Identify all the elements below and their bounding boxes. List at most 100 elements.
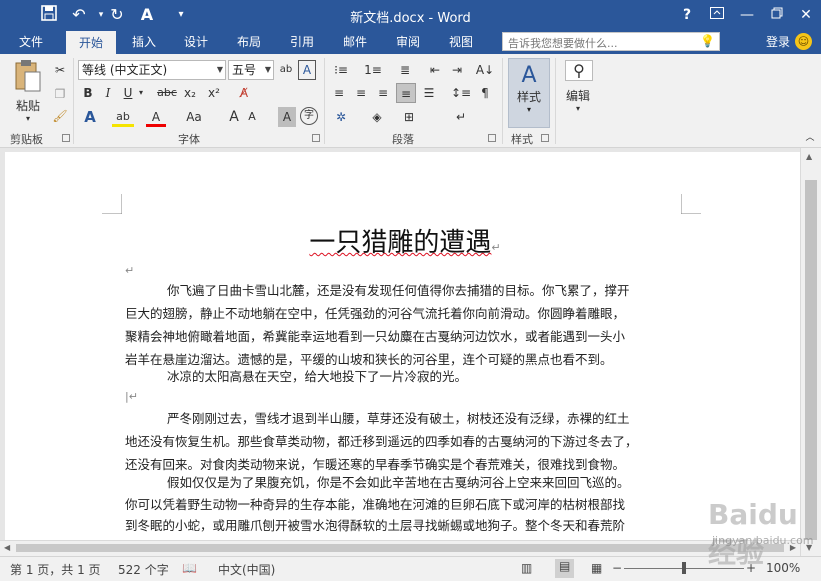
title-bar: ↶ ▾ ↻ A ▾ 新文档.docx - Word ? — ✕: [0, 0, 821, 30]
align-left-icon[interactable]: ≡: [330, 83, 348, 103]
tab-file[interactable]: 文件: [6, 30, 56, 54]
collapse-ribbon-icon[interactable]: ︿: [803, 128, 817, 148]
numbering-icon[interactable]: 1≡: [362, 60, 384, 80]
bullets-icon[interactable]: ⁝≡: [330, 60, 352, 80]
paragraph-launcher-icon[interactable]: [488, 134, 496, 142]
styles-button-label: 样式: [516, 90, 541, 104]
cut-icon[interactable]: ✂: [50, 60, 70, 80]
scroll-thumb[interactable]: [805, 180, 817, 540]
decrease-indent-icon[interactable]: ⇤: [426, 60, 444, 80]
char-shading-icon[interactable]: A: [278, 107, 296, 127]
font-launcher-icon[interactable]: [312, 134, 320, 142]
font-name-combo[interactable]: 等线 (中文正文) ▼: [78, 60, 226, 80]
tab-review[interactable]: 审阅: [383, 30, 433, 54]
paste-button[interactable]: 粘贴 ▾: [8, 58, 48, 124]
asian-typography-icon[interactable]: ¶: [474, 83, 496, 103]
phonetic-guide-icon[interactable]: ab: [276, 60, 296, 80]
tab-insert[interactable]: 插入: [119, 30, 169, 54]
ribbon-home: 粘贴 ▾ ✂ ❐ 🖌 剪贴板 等线 (中文正文) ▼ 五号 ▼ ab A B I…: [0, 54, 821, 148]
chevron-down-icon: ▼: [264, 65, 271, 74]
clear-formatting-icon[interactable]: A̸: [234, 83, 254, 103]
document-heading: 一只猎雕的遭遇↵: [309, 228, 501, 258]
italic-button[interactable]: I: [100, 83, 116, 103]
bold-button[interactable]: B: [80, 83, 96, 103]
styles-launcher-icon[interactable]: [541, 134, 549, 142]
strikethrough-button[interactable]: abc: [156, 83, 178, 103]
styles-button[interactable]: A 样式 ▾: [508, 58, 550, 128]
crop-mark-top-left: [102, 194, 122, 214]
font-group-label: 字体: [178, 133, 200, 146]
multilevel-list-icon[interactable]: ≣: [394, 60, 416, 80]
paste-label: 粘贴: [15, 99, 40, 113]
format-painter-icon[interactable]: 🖌: [50, 106, 70, 126]
print-layout-icon[interactable]: ▤: [555, 559, 575, 578]
underline-button[interactable]: U: [120, 83, 136, 103]
feedback-smiley-icon[interactable]: ☺: [795, 33, 812, 50]
ribbon-tabs: 文件 开始 插入 设计 布局 引用 邮件 审阅 视图 告诉我您想要做什么... …: [0, 30, 821, 54]
grow-font-button[interactable]: A: [226, 107, 242, 127]
proofing-icon[interactable]: 📖: [182, 561, 197, 575]
chinese-layout-icon[interactable]: ✲: [330, 107, 352, 127]
tab-layout[interactable]: 布局: [224, 30, 274, 54]
watermark-url: jingyan.baidu.com: [712, 534, 814, 547]
zoom-out-icon[interactable]: −: [612, 561, 622, 575]
binoculars-icon: ⚲: [565, 60, 593, 81]
paragraph-line: 严冬刚刚过去，雪线才退到半山腰，草芽还没有破土，树枝还没有泛绿，赤裸的红土: [167, 411, 630, 426]
tab-design[interactable]: 设计: [171, 30, 221, 54]
help-button[interactable]: ?: [673, 5, 701, 25]
clipboard-launcher-icon[interactable]: [62, 134, 70, 142]
tab-view[interactable]: 视图: [436, 30, 486, 54]
justify-icon[interactable]: ≡: [396, 83, 416, 103]
char-border-icon[interactable]: A: [298, 60, 316, 80]
scroll-left-icon[interactable]: ◀: [4, 543, 10, 552]
read-mode-icon[interactable]: ▥: [521, 561, 532, 575]
tell-me-search[interactable]: 告诉我您想要做什么... 💡: [502, 32, 720, 51]
close-button[interactable]: ✕: [792, 5, 820, 25]
maximize-icon[interactable]: [763, 5, 791, 25]
vertical-scrollbar[interactable]: ▲ ▼: [800, 148, 821, 556]
line-spacing-icon[interactable]: ↕≡: [450, 83, 472, 103]
tab-home[interactable]: 开始: [66, 31, 116, 54]
shading-icon[interactable]: ◈: [366, 107, 388, 127]
font-size-combo[interactable]: 五号 ▼: [228, 60, 274, 80]
text-effects-icon[interactable]: A: [80, 107, 100, 127]
ribbon-display-options-icon[interactable]: [703, 5, 731, 25]
language-indicator[interactable]: 中文(中国): [218, 561, 275, 578]
paragraph-line: 你飞遍了日曲卡雪山北麓，还是没有发现任何值得你去捕猎的目标。你飞累了，撑开: [167, 283, 630, 298]
distributed-icon[interactable]: ☰: [420, 83, 438, 103]
change-case-button[interactable]: Aa: [184, 107, 204, 127]
font-color-icon[interactable]: A: [146, 107, 166, 127]
align-center-icon[interactable]: ≡: [352, 83, 370, 103]
document-page[interactable]: 一只猎雕的遭遇↵ ↵ 你飞遍了日曲卡雪山北麓，还是没有发现任何值得你去捕猎的目标…: [5, 152, 800, 556]
tab-references[interactable]: 引用: [277, 30, 327, 54]
editing-button[interactable]: ⚲ 编辑 ▾: [561, 58, 595, 124]
group-separator: [502, 58, 503, 144]
login-link[interactable]: 登录: [766, 33, 790, 50]
web-layout-icon[interactable]: ▦: [591, 561, 602, 575]
zoom-slider-thumb[interactable]: [682, 562, 686, 574]
enclose-char-icon[interactable]: 字: [300, 107, 318, 125]
font-name-value: 等线 (中文正文): [82, 63, 168, 77]
subscript-button[interactable]: x₂: [180, 83, 200, 103]
scroll-thumb[interactable]: [16, 544, 784, 552]
page-count[interactable]: 第 1 页，共 1 页: [10, 561, 101, 578]
group-separator: [324, 58, 325, 144]
scroll-up-icon[interactable]: ▲: [806, 152, 812, 161]
group-separator: [555, 58, 556, 144]
align-right-icon[interactable]: ≡: [374, 83, 392, 103]
paragraph-line: 冰凉的太阳高悬在天空，给大地投下了一片冷寂的光。: [167, 369, 468, 384]
underline-dropdown-icon[interactable]: ▾: [136, 83, 146, 103]
word-count[interactable]: 522 个字: [118, 561, 169, 578]
horizontal-scrollbar[interactable]: ◀ ▶: [0, 540, 800, 556]
borders-icon[interactable]: ⊞: [398, 107, 420, 127]
superscript-button[interactable]: x²: [204, 83, 224, 103]
tab-mailings[interactable]: 邮件: [330, 30, 380, 54]
minimize-button[interactable]: —: [733, 5, 761, 25]
highlight-icon[interactable]: ab: [112, 107, 134, 127]
shrink-font-button[interactable]: A: [244, 107, 260, 127]
copy-icon[interactable]: ❐: [50, 84, 70, 104]
increase-indent-icon[interactable]: ⇥: [448, 60, 466, 80]
paragraph-line: ↵: [125, 264, 135, 277]
show-marks-icon[interactable]: ↵: [450, 107, 472, 127]
sort-icon[interactable]: A↓: [474, 60, 496, 80]
